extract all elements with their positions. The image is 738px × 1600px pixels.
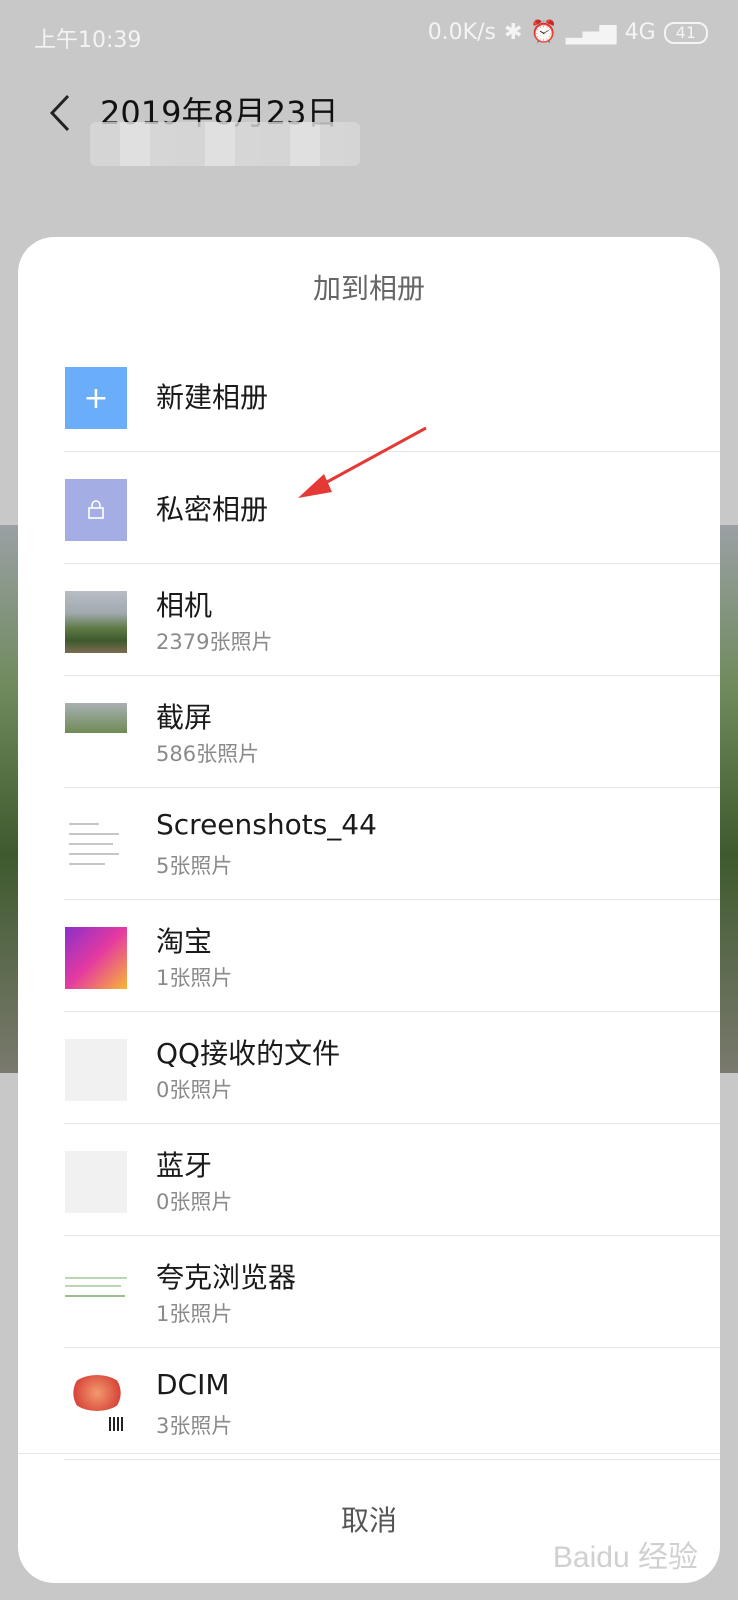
alarm-icon: ⏰ xyxy=(530,20,558,45)
blurred-subtitle xyxy=(90,122,360,166)
background-photo xyxy=(718,525,738,1073)
album-thumbnail xyxy=(65,703,127,765)
album-name: 截屏 xyxy=(156,701,213,734)
plus-icon: + xyxy=(65,367,127,429)
album-count: 3张照片 xyxy=(156,1414,233,1438)
album-item-screenshots[interactable]: 截屏 586张照片 xyxy=(18,676,720,788)
album-name: 夸克浏览器 xyxy=(156,1261,297,1294)
album-count: 586张照片 xyxy=(156,742,260,766)
album-thumbnail xyxy=(65,591,127,653)
album-name: 淘宝 xyxy=(156,925,213,958)
lock-icon xyxy=(65,479,127,541)
back-icon[interactable] xyxy=(46,90,76,136)
network-type: 4G xyxy=(624,20,656,45)
album-count: 0张照片 xyxy=(156,1190,233,1214)
album-item-taobao[interactable]: 淘宝 1张照片 xyxy=(18,900,720,1012)
album-item-quark[interactable]: 夸克浏览器 1张照片 xyxy=(18,1236,720,1348)
album-thumbnail xyxy=(65,815,127,877)
sheet-title: 加到相册 xyxy=(312,272,425,305)
album-count: 2379张照片 xyxy=(156,630,273,654)
album-name: 相机 xyxy=(156,589,213,622)
battery-icon: 41 xyxy=(663,21,708,44)
album-count: 0张照片 xyxy=(156,1078,233,1102)
album-name: 蓝牙 xyxy=(156,1149,213,1182)
bluetooth-icon: ✱ xyxy=(503,20,523,45)
album-name: DCIM xyxy=(156,1368,230,1401)
status-icons: 0.0K/s ✱ ⏰ ▂▄▆ 4G 41 xyxy=(428,20,708,45)
album-item-bluetooth[interactable]: 蓝牙 0张照片 xyxy=(18,1124,720,1236)
signal-icon: ▂▄▆ xyxy=(565,20,617,45)
album-count: 5张照片 xyxy=(156,854,233,878)
album-count: 1张照片 xyxy=(156,966,233,990)
status-bar: 上午10:39 0.0K/s ✱ ⏰ ▂▄▆ 4G 41 xyxy=(0,0,738,68)
watermark-logo: Baidu 经验 xyxy=(552,1541,698,1574)
album-item-qq-files[interactable]: QQ接收的文件 0张照片 xyxy=(18,1012,720,1124)
album-count: 1张照片 xyxy=(156,1302,233,1326)
album-item-screenshots-44[interactable]: Screenshots_44 5张照片 xyxy=(18,788,720,900)
album-thumbnail xyxy=(65,927,127,989)
album-thumbnail xyxy=(65,1375,127,1437)
album-thumbnail xyxy=(65,1039,127,1101)
header: 2019年8月23日 xyxy=(0,80,738,170)
album-item-camera[interactable]: 相机 2379张照片 xyxy=(18,564,720,676)
background-photo xyxy=(0,525,20,1073)
album-name: 新建相册 xyxy=(156,381,269,414)
net-speed: 0.0K/s xyxy=(427,20,496,45)
album-thumbnail xyxy=(65,1151,127,1213)
album-name: Screenshots_44 xyxy=(156,808,377,841)
album-name: 私密相册 xyxy=(156,493,269,526)
status-time: 上午10:39 xyxy=(34,28,142,53)
album-name: QQ接收的文件 xyxy=(156,1037,341,1070)
album-thumbnail xyxy=(65,1263,127,1325)
album-item-dcim[interactable]: DCIM 3张照片 xyxy=(18,1348,720,1460)
annotation-arrow-icon xyxy=(298,426,427,498)
